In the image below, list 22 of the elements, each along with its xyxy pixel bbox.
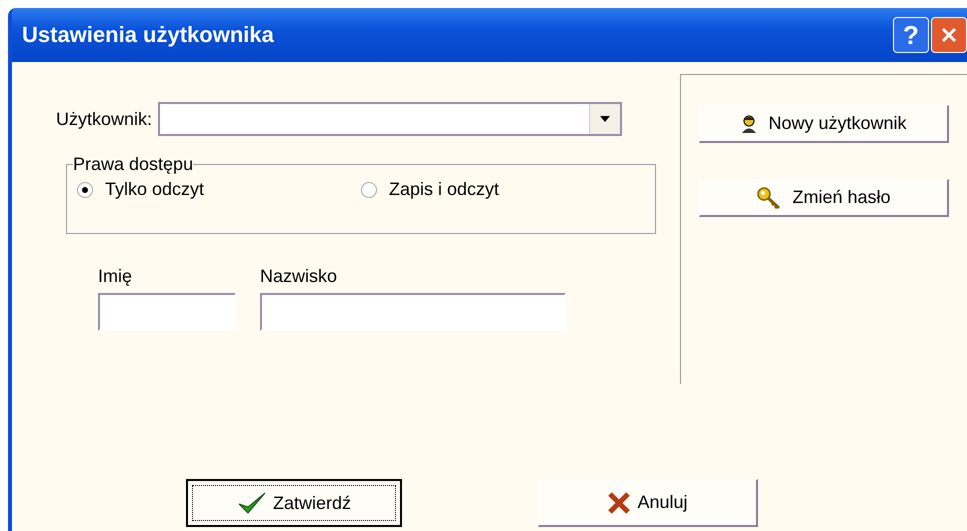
field-label: Nazwisko bbox=[260, 266, 338, 287]
user-label: Użytkownik: bbox=[56, 108, 152, 130]
input-field[interactable] bbox=[98, 293, 236, 331]
close-button[interactable] bbox=[931, 17, 967, 53]
window-title: Ustawienia użytkownika bbox=[22, 22, 274, 48]
group-label: Prawa dostępu bbox=[73, 154, 194, 175]
input-field[interactable] bbox=[260, 293, 566, 331]
field-label: Imię bbox=[98, 266, 134, 287]
cross-icon bbox=[607, 490, 632, 514]
cancel-button[interactable]: Anuluj bbox=[538, 479, 758, 527]
confirm-button[interactable]: Zatwierdź bbox=[186, 479, 402, 527]
new-user-button[interactable]: Nowy użytkownik bbox=[699, 105, 949, 143]
close-icon bbox=[939, 25, 959, 45]
radio-label: Tylko odczyt bbox=[105, 179, 204, 200]
change-password-button[interactable]: Zmień hasło bbox=[699, 179, 949, 217]
key-icon bbox=[756, 186, 782, 210]
checkmark-icon bbox=[236, 490, 267, 516]
radio-button[interactable] bbox=[361, 182, 377, 198]
radio-label: Zapis i odczyt bbox=[389, 179, 500, 200]
help-button[interactable]: ? bbox=[893, 17, 929, 53]
radio-button[interactable] bbox=[77, 182, 93, 198]
person-icon bbox=[740, 114, 758, 134]
